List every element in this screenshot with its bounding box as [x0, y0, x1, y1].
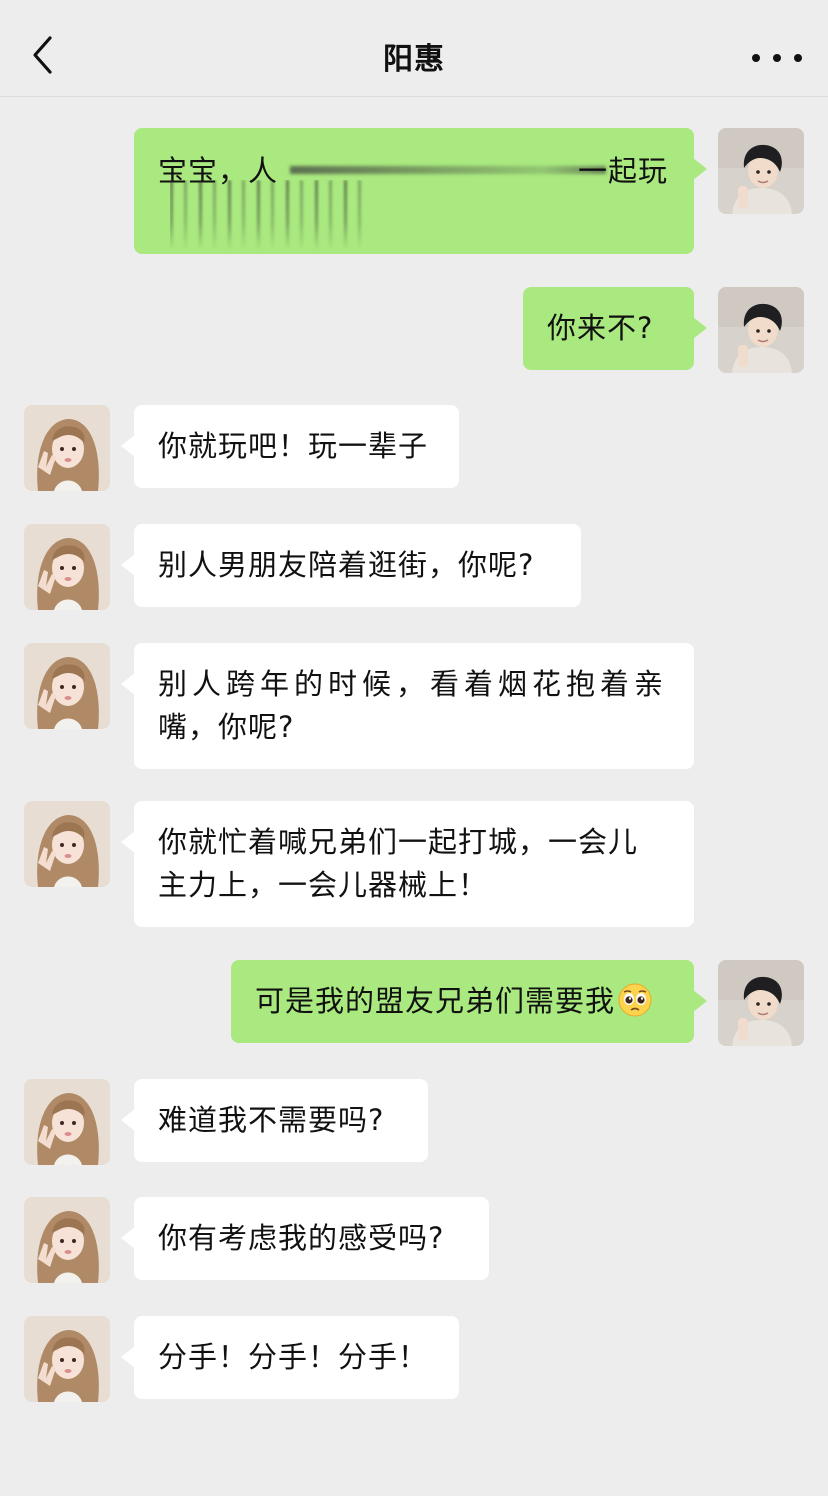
contact-avatar[interactable] — [24, 1197, 110, 1283]
more-options-button[interactable] — [752, 38, 802, 78]
message-text: 难道我不需要吗? — [158, 1103, 385, 1137]
redacted-text — [290, 166, 606, 174]
contact-avatar[interactable] — [24, 524, 110, 610]
message-text: 分手！分手！分手！ — [158, 1340, 429, 1374]
message-bubble-received[interactable]: 别人男朋友陪着逛街，你呢? — [121, 524, 581, 607]
message-text-line: 你就忙着喊兄弟们一起打城，一会儿 — [158, 825, 639, 859]
message-text-line: 别人跨年的时候，看着烟花抱着亲 — [158, 667, 669, 701]
contact-avatar[interactable] — [24, 405, 110, 491]
message-text-line: 嘴，你呢? — [158, 710, 295, 744]
message-bubble-received[interactable]: 别人跨年的时候，看着烟花抱着亲 嘴，你呢? — [121, 643, 694, 769]
message-bubble-received[interactable]: 难道我不需要吗? — [121, 1079, 428, 1162]
redacted-text — [170, 180, 370, 250]
message-text: 你就玩吧！玩一辈子 — [158, 429, 429, 463]
message-text: 可是我的盟友兄弟们需要我 — [255, 984, 616, 1018]
message-bubble-received[interactable]: 你就玩吧！玩一辈子 — [121, 405, 459, 488]
my-avatar[interactable] — [718, 960, 804, 1046]
contact-avatar[interactable] — [24, 1316, 110, 1402]
my-avatar[interactable] — [718, 287, 804, 373]
message-bubble-received[interactable]: 你有考虑我的感受吗? — [121, 1197, 489, 1280]
message-bubble-sent[interactable]: 你来不? — [523, 287, 707, 370]
top-bar: 阳惠 — [0, 0, 828, 97]
contact-avatar[interactable] — [24, 643, 110, 729]
message-bubble-sent[interactable]: 可是我的盟友兄弟们需要我 — [231, 960, 707, 1043]
message-bubble-received[interactable]: 分手！分手！分手！ — [121, 1316, 459, 1399]
message-bubble-sent[interactable]: 宝宝，人 一起玩 — [134, 128, 707, 254]
more-dots-icon — [752, 54, 760, 62]
message-bubble-received[interactable]: 你就忙着喊兄弟们一起打城，一会儿 主力上，一会儿器械上！ — [121, 801, 694, 927]
message-text: 一起玩 — [577, 154, 668, 188]
message-text: 你有考虑我的感受吗? — [158, 1221, 445, 1255]
message-text: 别人男朋友陪着逛街，你呢? — [158, 548, 535, 582]
contact-avatar[interactable] — [24, 801, 110, 887]
my-avatar[interactable] — [718, 128, 804, 214]
chat-title: 阳惠 — [383, 42, 445, 77]
message-text: 你来不? — [547, 311, 654, 345]
contact-avatar[interactable] — [24, 1079, 110, 1165]
message-text-line: 主力上，一会儿器械上！ — [158, 868, 489, 902]
pleading-face-icon — [618, 983, 652, 1017]
